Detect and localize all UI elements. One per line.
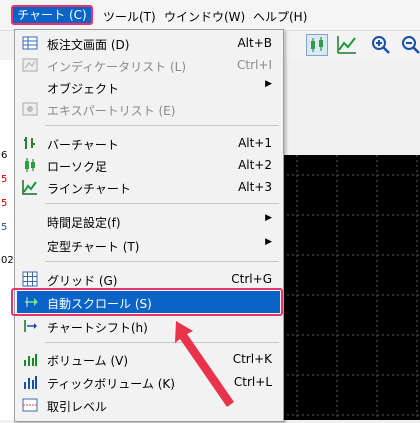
menu-item-label: 時間足設定(f) xyxy=(47,216,121,230)
menu-item-line-chart[interactable]: ラインチャート Alt+3 xyxy=(17,176,280,198)
strip-value: 02 xyxy=(1,255,14,266)
chart-shift-icon xyxy=(24,320,37,332)
chart-header-area xyxy=(282,60,420,157)
menu-item-shortcut: Ctrl+L xyxy=(233,375,272,389)
menu-separator xyxy=(45,261,279,262)
submenu-arrow-icon: ▶ xyxy=(265,79,272,89)
strip-value: 6 xyxy=(1,150,8,161)
volume-icon xyxy=(24,354,37,366)
menu-item-indicator-list: インディケータリスト (L) Ctrl+I xyxy=(17,54,280,76)
menu-bar: チャート (C) ツール(T) ウインドウ(W) ヘルプ(H) xyxy=(0,0,420,31)
candlestick-icon xyxy=(311,37,323,52)
strip-value: 5 xyxy=(1,198,8,209)
menu-item-label: ラインチャート xyxy=(47,182,131,196)
menu-item-shortcut: Alt+1 xyxy=(238,136,272,150)
line-chart-toolbar-button[interactable] xyxy=(336,34,358,56)
candlestick-icon xyxy=(25,158,35,172)
line-chart-icon xyxy=(22,180,37,195)
annotation-highlight-frame xyxy=(11,288,283,316)
trade-levels-icon xyxy=(22,398,38,412)
menu-item-bar-chart[interactable]: バーチャート Alt+1 xyxy=(17,132,280,154)
grid-icon xyxy=(22,271,38,287)
chart-grid xyxy=(282,155,420,420)
menu-item-label: インディケータリスト (L) xyxy=(47,60,187,74)
menu-item-trade-levels[interactable]: 取引レベル xyxy=(17,394,280,416)
menu-item-volume[interactable]: ボリューム (V) Ctrl+K xyxy=(17,348,280,370)
menu-item-label: ティックボリューム (K) xyxy=(47,377,175,391)
menu-item-tick-volume[interactable]: ティックボリューム (K) Ctrl+L xyxy=(17,371,280,393)
submenu-arrow-icon: ▶ xyxy=(265,237,272,247)
menu-item-label: ローソク足 xyxy=(47,160,108,174)
menu-separator xyxy=(45,125,279,126)
strip-value: 5 xyxy=(1,174,8,185)
menu-window[interactable]: ウインドウ(W) xyxy=(164,8,245,25)
menu-item-templates[interactable]: 定型チャート (T) ▶ xyxy=(17,234,280,256)
menu-item-label: 板注文画面 (D) xyxy=(47,38,130,52)
menu-item-objects[interactable]: オブジェクト ▶ xyxy=(17,76,280,98)
menu-item-shortcut: Alt+2 xyxy=(238,158,272,172)
menu-item-shortcut: Alt+B xyxy=(237,36,272,50)
menu-item-label: オブジェクト xyxy=(47,82,120,96)
menu-item-label: グリッド (G) xyxy=(47,274,118,288)
menu-item-shortcut: Ctrl+G xyxy=(231,272,272,286)
menu-item-shortcut: Alt+3 xyxy=(238,180,272,194)
menu-chart[interactable]: チャート (C) xyxy=(11,5,93,25)
menu-item-shortcut: Ctrl+I xyxy=(237,58,272,72)
menu-item-candlestick[interactable]: ローソク足 Alt+2 xyxy=(17,154,280,176)
order-book-icon xyxy=(22,36,38,50)
menu-tools[interactable]: ツール(T) xyxy=(103,8,156,25)
line-chart-icon xyxy=(337,36,356,54)
menu-item-label: バーチャート xyxy=(47,138,119,152)
menu-item-label: 定型チャート (T) xyxy=(47,240,140,254)
menu-item-grid[interactable]: グリッド (G) Ctrl+G xyxy=(17,268,280,290)
menu-item-shortcut: Ctrl+K xyxy=(232,352,272,366)
menu-item-label: チャートシフト(h) xyxy=(47,321,148,335)
menu-item-label: 取引レベル xyxy=(47,400,108,414)
zoom-in-button[interactable] xyxy=(370,34,392,56)
menu-item-timeframes[interactable]: 時間足設定(f) ▶ xyxy=(17,210,280,232)
menu-help[interactable]: ヘルプ(H) xyxy=(253,8,307,25)
menu-item-label: エキスパートリスト (E) xyxy=(47,104,176,118)
zoom-out-icon xyxy=(402,36,420,54)
bar-chart-icon xyxy=(24,137,35,149)
zoom-out-button[interactable] xyxy=(400,34,420,56)
left-panel-strip: 6 5 5 5 02 xyxy=(0,60,14,420)
zoom-in-icon xyxy=(372,36,390,54)
menu-item-order-book[interactable]: 板注文画面 (D) Alt+B xyxy=(17,32,280,54)
tick-volume-icon xyxy=(24,376,37,389)
strip-value: 5 xyxy=(1,222,8,233)
candlestick-toolbar-button[interactable] xyxy=(306,34,328,56)
indicator-list-icon xyxy=(22,58,38,72)
menu-separator xyxy=(45,342,279,343)
chart-canvas[interactable] xyxy=(282,155,420,420)
expert-list-icon xyxy=(22,102,38,116)
submenu-arrow-icon: ▶ xyxy=(265,213,272,223)
menu-item-expert-list: エキスパートリスト (E) xyxy=(17,98,280,120)
menu-item-chart-shift[interactable]: チャートシフト(h) xyxy=(17,315,280,337)
chart-dropdown-menu: 板注文画面 (D) Alt+B インディケータリスト (L) Ctrl+I オブ… xyxy=(14,29,284,422)
menu-separator xyxy=(45,203,279,204)
menu-item-label: ボリューム (V) xyxy=(47,354,129,368)
